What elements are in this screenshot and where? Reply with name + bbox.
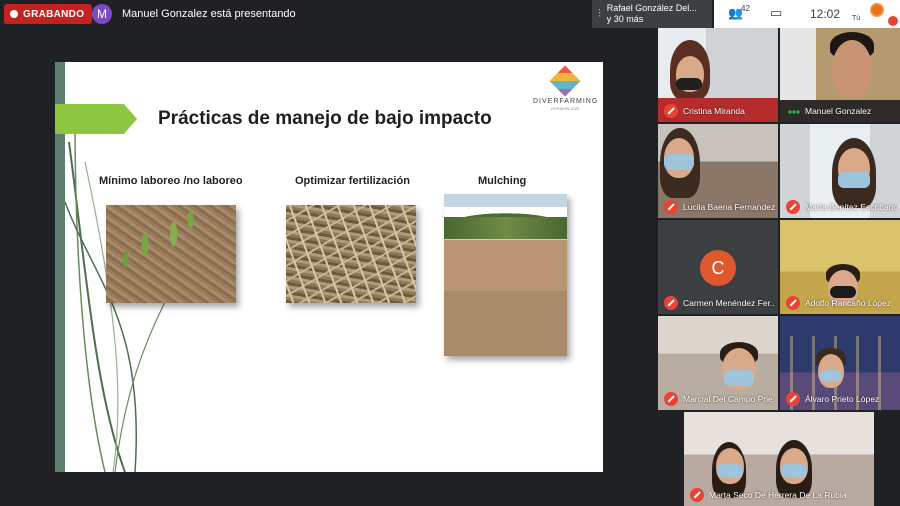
participant-name: Marta Benítez Escribano (805, 202, 897, 212)
mic-off-icon (786, 296, 800, 310)
participants-count: 42 (741, 4, 750, 13)
speaking-indicator-icon (788, 109, 800, 115)
caption-no-tillage: Mínimo laboreo /no laboreo (99, 175, 243, 187)
recording-badge[interactable]: GRABANDO (4, 4, 93, 24)
caption-mulching: Mulching (478, 175, 527, 187)
participant-tile[interactable]: Lucila Baena Fernandez (658, 124, 778, 218)
brand-name: DIVERFARMING (533, 98, 599, 105)
participant-tile[interactable]: Álvaro Prieto López (780, 316, 900, 410)
slide-title: Prácticas de manejo de bajo impacto (158, 108, 492, 129)
participant-tile[interactable]: C Carmen Menéndez Fer... (658, 220, 778, 314)
mic-off-icon (690, 488, 704, 502)
active-speaker-box[interactable]: ⫶ Rafael González Del... y 30 más (592, 0, 712, 28)
speaker-icon: ⫶ (598, 7, 601, 20)
speaker-line-2: y 30 más (606, 14, 644, 24)
top-controls: 👥 42 ▭ 12:02 Tú (714, 0, 900, 28)
participant-name: Marta Seco De Herrera De La Rubia (709, 490, 847, 500)
participant-tile[interactable]: Marta Seco De Herrera De La Rubia (684, 412, 874, 506)
presenter-avatar: M (92, 4, 112, 24)
presenter-text: Manuel Gonzalez está presentando (122, 8, 296, 20)
logo-mark-icon (549, 65, 581, 97)
participant-name: Marcial Del Campo Prie... (683, 394, 775, 404)
mic-off-icon (664, 104, 678, 118)
mic-off-icon (888, 16, 898, 26)
recording-label: GRABANDO (23, 8, 85, 20)
mic-off-icon (664, 200, 678, 214)
participant-tile[interactable]: Adolfo Rancaño López (780, 220, 900, 314)
participant-tile[interactable]: Cristina Miranda (658, 28, 778, 122)
participant-name: Lucila Baena Fernandez (683, 202, 775, 212)
self-logo-icon (870, 3, 884, 17)
participant-name: Álvaro Prieto López (805, 394, 880, 404)
participant-name: Manuel Gonzalez (805, 106, 872, 116)
photo-mulching (444, 194, 567, 356)
record-dot-icon (10, 10, 18, 18)
photo-fertilization (286, 205, 416, 303)
mic-off-icon (786, 392, 800, 406)
participant-tile[interactable]: Manuel Gonzalez (780, 28, 900, 122)
caption-fertilization: Optimizar fertilización (295, 175, 410, 187)
presenter-info: M Manuel Gonzalez está presentando (92, 4, 296, 24)
self-label: Tú (852, 15, 861, 22)
self-tile[interactable]: Tú (850, 0, 900, 28)
participant-name: Carmen Menéndez Fer... (683, 298, 775, 308)
title-arrow-shape (55, 104, 137, 134)
mic-off-icon (664, 296, 678, 310)
presentation-slide: Prácticas de manejo de bajo impacto DIVE… (55, 62, 603, 472)
participant-name: Adolfo Rancaño López (805, 298, 892, 308)
participant-avatar: C (700, 250, 736, 286)
participant-tile[interactable]: Marcial Del Campo Prie... (658, 316, 778, 410)
chat-icon[interactable]: ▭ (770, 5, 782, 21)
brand-sub: HORIZON 2020 (550, 106, 580, 111)
photo-no-tillage (106, 205, 236, 303)
participant-name: Cristina Miranda (683, 106, 745, 116)
mic-off-icon (664, 392, 678, 406)
diverfarming-logo: DIVERFARMING HORIZON 2020 (533, 65, 599, 111)
mic-off-icon (786, 200, 800, 214)
speaker-line-1: Rafael González Del... (606, 3, 697, 13)
clock-time: 12:02 (810, 7, 841, 21)
participant-tile[interactable]: Marta Benítez Escribano (780, 124, 900, 218)
